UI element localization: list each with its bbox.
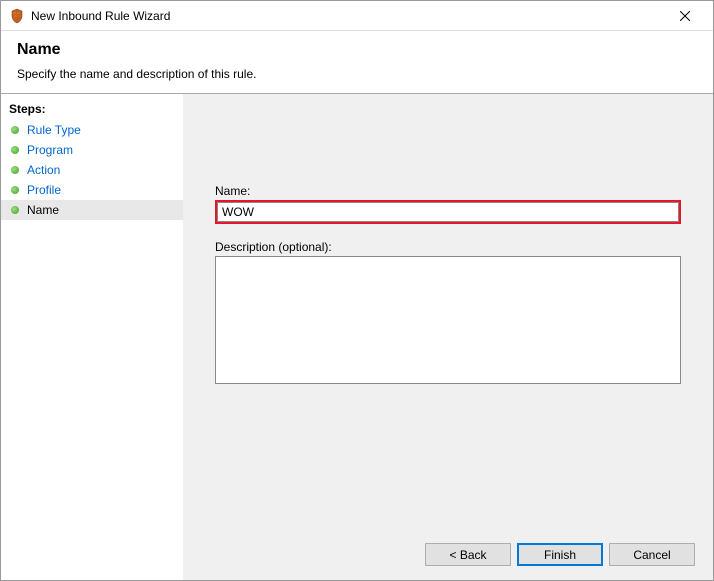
- name-input-highlight: [215, 200, 681, 224]
- form-area: Name: Description (optional):: [183, 94, 713, 533]
- step-label: Program: [27, 143, 73, 157]
- step-label: Name: [27, 203, 59, 217]
- step-profile[interactable]: Profile: [1, 180, 183, 200]
- page-title: Name: [17, 41, 697, 59]
- step-rule-type[interactable]: Rule Type: [1, 120, 183, 140]
- content-pane: Name: Description (optional): < Back Fin…: [183, 94, 713, 580]
- bullet-icon: [11, 186, 19, 194]
- description-field-group: Description (optional):: [215, 240, 681, 387]
- close-icon: [680, 11, 690, 21]
- close-button[interactable]: [665, 2, 705, 30]
- steps-title: Steps:: [1, 100, 183, 120]
- step-action[interactable]: Action: [1, 160, 183, 180]
- window-title: New Inbound Rule Wizard: [31, 9, 665, 23]
- bullet-icon: [11, 206, 19, 214]
- name-input[interactable]: [217, 202, 679, 222]
- step-label: Rule Type: [27, 123, 81, 137]
- description-input[interactable]: [215, 256, 681, 384]
- description-label: Description (optional):: [215, 240, 681, 254]
- step-label: Profile: [27, 183, 61, 197]
- titlebar: New Inbound Rule Wizard: [1, 1, 713, 31]
- wizard-header: Name Specify the name and description of…: [1, 31, 713, 93]
- steps-list: Rule Type Program Action Profile Name: [1, 120, 183, 220]
- step-label: Action: [27, 163, 60, 177]
- bullet-icon: [11, 126, 19, 134]
- page-subtitle: Specify the name and description of this…: [17, 67, 697, 81]
- back-button[interactable]: < Back: [425, 543, 511, 566]
- main-content: Steps: Rule Type Program Action Profile …: [1, 93, 713, 580]
- name-field-group: Name:: [215, 184, 681, 224]
- name-label: Name:: [215, 184, 681, 198]
- bullet-icon: [11, 166, 19, 174]
- steps-sidebar: Steps: Rule Type Program Action Profile …: [1, 94, 183, 580]
- finish-button[interactable]: Finish: [517, 543, 603, 566]
- step-program[interactable]: Program: [1, 140, 183, 160]
- step-name[interactable]: Name: [1, 200, 183, 220]
- bullet-icon: [11, 146, 19, 154]
- button-bar: < Back Finish Cancel: [183, 533, 713, 580]
- cancel-button[interactable]: Cancel: [609, 543, 695, 566]
- firewall-icon: [9, 8, 25, 24]
